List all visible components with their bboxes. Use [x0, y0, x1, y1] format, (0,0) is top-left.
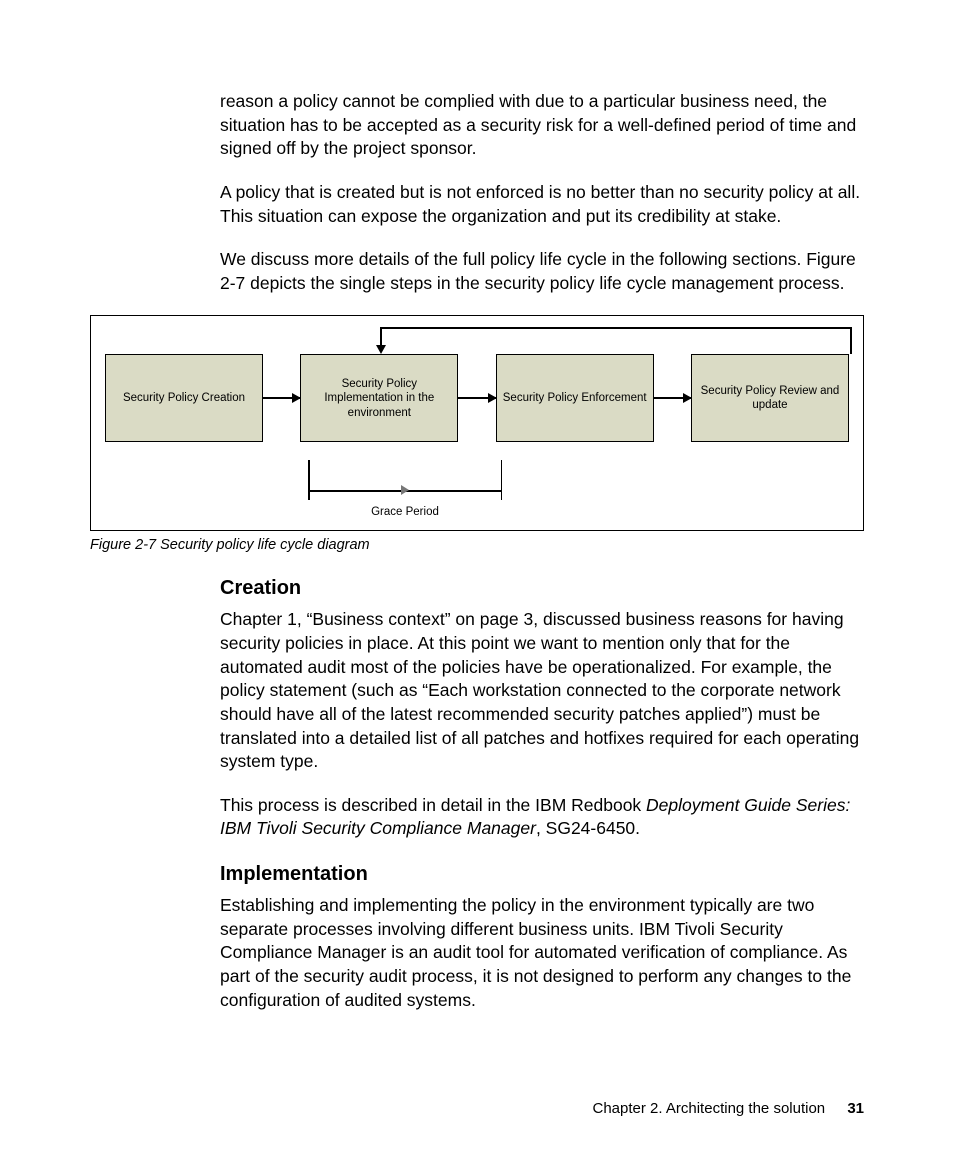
- footer-chapter: Chapter 2. Architecting the solution: [593, 1100, 826, 1117]
- paragraph-enforcement: A policy that is created but is not enfo…: [220, 181, 864, 228]
- page-footer: Chapter 2. Architecting the solution 31: [593, 1100, 865, 1117]
- paragraph-continuation: reason a policy cannot be complied with …: [220, 90, 864, 161]
- grace-period-label: Grace Period: [308, 506, 502, 518]
- creation-p2-pre: This process is described in detail in t…: [220, 795, 646, 815]
- creation-p2-post: , SG24-6450.: [536, 818, 640, 838]
- arrow-right-icon: [292, 393, 301, 403]
- box-enforcement: Security Policy Enforcement: [496, 354, 654, 442]
- footer-page-number: 31: [847, 1100, 864, 1117]
- heading-implementation: Implementation: [220, 861, 864, 888]
- figure-wrap: Security Policy Creation Security Policy…: [90, 315, 864, 553]
- lifecycle-diagram: Security Policy Creation Security Policy…: [90, 315, 864, 531]
- upper-body-text: reason a policy cannot be complied with …: [220, 90, 864, 295]
- figure-caption: Figure 2-7 Security policy life cycle di…: [90, 537, 864, 553]
- arrow-right-icon: [683, 393, 692, 403]
- document-page: reason a policy cannot be complied with …: [0, 0, 954, 1165]
- lower-body-text: Creation Chapter 1, “Business context” o…: [220, 575, 864, 1012]
- implementation-paragraph-1: Establishing and implementing the policy…: [220, 894, 864, 1012]
- box-implementation: Security Policy Implementation in the en…: [300, 354, 458, 442]
- arrow-3: [654, 393, 691, 403]
- box-review: Security Policy Review and update: [691, 354, 849, 442]
- box-creation: Security Policy Creation: [105, 354, 263, 442]
- arrow-1: [263, 393, 300, 403]
- heading-creation: Creation: [220, 575, 864, 602]
- arrow-2: [458, 393, 495, 403]
- paragraph-lifecycle-intro: We discuss more details of the full poli…: [220, 248, 864, 295]
- feedback-arrow-icon: [371, 322, 861, 356]
- grace-period-row: Grace Period: [105, 460, 849, 518]
- creation-paragraph-1: Chapter 1, “Business context” on page 3,…: [220, 608, 864, 773]
- grace-bracket-icon: [308, 460, 502, 500]
- arrow-right-icon: [488, 393, 497, 403]
- diagram-boxes-row: Security Policy Creation Security Policy…: [105, 354, 849, 442]
- creation-paragraph-2: This process is described in detail in t…: [220, 794, 864, 841]
- grace-arrow-icon: [401, 485, 409, 495]
